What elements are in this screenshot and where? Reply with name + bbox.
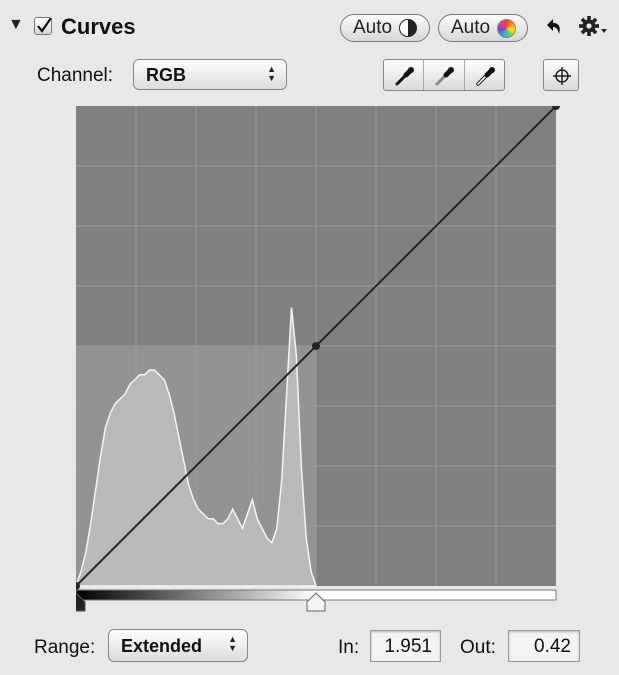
in-value-field[interactable]: 1.951 — [370, 630, 441, 662]
gray-point-button[interactable] — [424, 60, 465, 90]
crosshair-button[interactable] — [543, 59, 579, 91]
select-arrows-icon: ▲ ▼ — [228, 634, 237, 653]
half-circle-icon — [399, 19, 418, 37]
curve-control-point[interactable] — [312, 342, 320, 350]
range-value: Extended — [121, 636, 203, 656]
out-label: Out: — [460, 637, 496, 658]
curves-graph[interactable] — [76, 106, 560, 618]
range-label: Range: — [34, 637, 96, 658]
gear-menu-icon[interactable] — [578, 15, 608, 44]
range-select[interactable]: Extended ▲ ▼ — [108, 629, 248, 662]
auto-color-label: Auto — [451, 17, 491, 38]
disclosure-triangle-icon[interactable]: ▼ — [8, 16, 24, 34]
black-point-button[interactable] — [384, 60, 425, 90]
enable-checkbox[interactable] — [34, 17, 52, 35]
reset-arrow-icon[interactable] — [544, 17, 564, 42]
select-arrows-icon: ▲ ▼ — [267, 64, 276, 83]
auto-levels-label: Auto — [353, 17, 393, 38]
auto-levels-button[interactable]: Auto — [340, 14, 430, 42]
channel-select[interactable]: RGB ▲ ▼ — [133, 59, 287, 90]
checkmark-icon — [37, 18, 52, 33]
auto-color-button[interactable]: Auto — [438, 14, 528, 42]
crosshair-icon — [553, 67, 571, 85]
black-eyedropper-icon — [395, 67, 414, 86]
channel-label: Channel: — [37, 65, 114, 86]
panel-title: Curves — [61, 14, 136, 39]
out-value-field[interactable]: 0.42 — [508, 630, 580, 662]
channel-value: RGB — [146, 65, 186, 85]
color-wheel-icon — [497, 18, 517, 38]
white-eyedropper-icon — [475, 67, 495, 86]
white-point-button[interactable] — [465, 60, 504, 90]
eyedropper-group — [383, 59, 505, 91]
gray-eyedropper-icon — [435, 67, 455, 86]
in-label: In: — [338, 637, 360, 658]
